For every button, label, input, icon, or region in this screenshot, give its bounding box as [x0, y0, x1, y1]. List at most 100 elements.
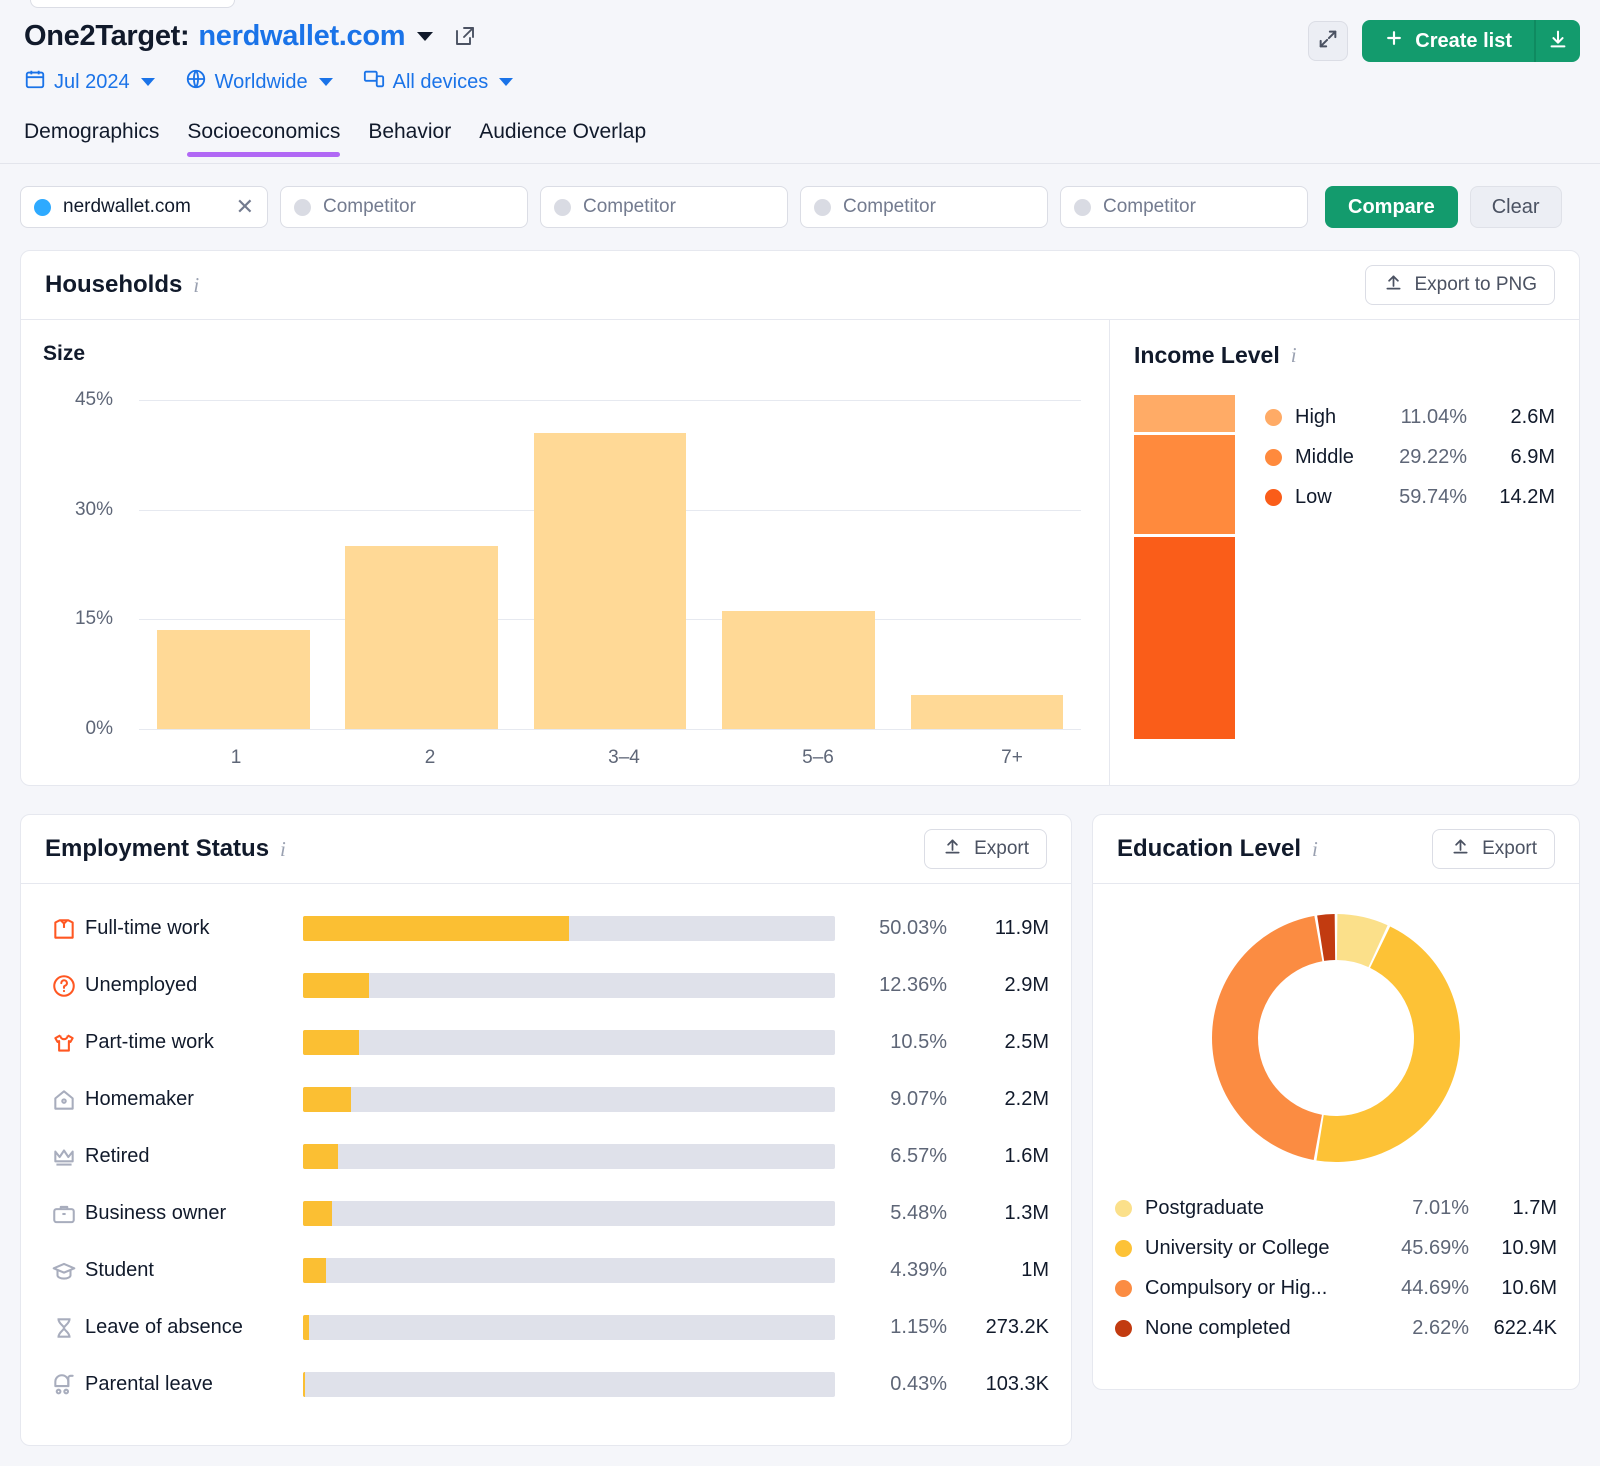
income-segment-high[interactable]: [1134, 395, 1235, 432]
bar[interactable]: [911, 695, 1064, 729]
legend-label: Middle: [1295, 446, 1359, 469]
employment-label: Full-time work: [85, 917, 303, 940]
tab-socioeconomics[interactable]: Socioeconomics: [187, 120, 340, 155]
progress-track: [303, 1087, 835, 1112]
employment-percent: 0.43%: [835, 1373, 947, 1396]
external-link-icon[interactable]: [453, 24, 477, 48]
close-icon[interactable]: ✕: [232, 196, 254, 218]
clear-button[interactable]: Clear: [1470, 186, 1562, 228]
competitor-chip-4[interactable]: Competitor: [1060, 186, 1308, 228]
tshirt-icon: [51, 1030, 85, 1056]
income-legend-row[interactable]: Middle29.22%6.9M: [1265, 437, 1555, 477]
size-chart-panel: Size 0%15%30%45% 123–45–67+: [21, 320, 1109, 786]
employment-absolute: 273.2K: [947, 1316, 1049, 1339]
expand-button[interactable]: [1308, 21, 1348, 61]
bar-cell[interactable]: [327, 378, 515, 729]
filter-location[interactable]: Worldwide: [185, 68, 333, 96]
info-icon[interactable]: i: [1312, 837, 1318, 862]
x-tick-label: 5–6: [721, 747, 915, 769]
info-icon[interactable]: i: [193, 273, 199, 298]
upload-icon: [1450, 836, 1471, 863]
legend-color-dot: [1265, 409, 1282, 426]
compare-button[interactable]: Compare: [1325, 186, 1458, 228]
filter-devices[interactable]: All devices: [363, 68, 514, 96]
bar[interactable]: [534, 433, 687, 729]
table-row[interactable]: Parental leave0.43%103.3K: [21, 1356, 1071, 1413]
employment-label: Unemployed: [85, 974, 303, 997]
bar-cell[interactable]: [139, 378, 327, 729]
bar[interactable]: [345, 546, 498, 729]
table-row[interactable]: Unemployed12.36%2.9M: [21, 957, 1071, 1014]
legend-absolute: 6.9M: [1467, 446, 1555, 469]
page-title-domain[interactable]: nerdwallet.com: [198, 20, 405, 53]
income-segment-middle[interactable]: [1134, 435, 1235, 534]
education-title-group: Education Level i: [1117, 835, 1318, 863]
employment-label: Parental leave: [85, 1373, 303, 1396]
education-legend-row[interactable]: University or College45.69%10.9M: [1115, 1228, 1557, 1268]
filter-date[interactable]: Jul 2024: [24, 68, 155, 96]
progress-track: [303, 1144, 835, 1169]
income-legend-row[interactable]: Low59.74%14.2M: [1265, 477, 1555, 517]
table-row[interactable]: Homemaker9.07%2.2M: [21, 1071, 1071, 1128]
employment-percent: 1.15%: [835, 1316, 947, 1339]
employment-percent: 12.36%: [835, 974, 947, 997]
legend-percent: 45.69%: [1365, 1237, 1469, 1260]
competitor-label: Competitor: [583, 196, 774, 218]
bar-cell[interactable]: [516, 378, 704, 729]
filter-location-label: Worldwide: [215, 71, 308, 94]
education-export-button[interactable]: Export: [1432, 829, 1555, 869]
bar[interactable]: [157, 630, 310, 729]
tab-demographics[interactable]: Demographics: [24, 120, 159, 155]
competitor-chip-3[interactable]: Competitor: [800, 186, 1048, 228]
table-row[interactable]: Full-time work50.03%11.9M: [21, 900, 1071, 957]
education-legend-row[interactable]: None completed2.62%622.4K: [1115, 1308, 1557, 1348]
chevron-down-icon: [499, 78, 513, 86]
bar-cell[interactable]: [893, 378, 1081, 729]
table-row[interactable]: Part-time work10.5%2.5M: [21, 1014, 1071, 1071]
chevron-down-icon[interactable]: [417, 32, 433, 41]
progress-fill: [303, 973, 369, 998]
competitor-chip-primary[interactable]: nerdwallet.com ✕: [20, 186, 268, 228]
legend-percent: 2.62%: [1365, 1317, 1469, 1340]
employment-export-button[interactable]: Export: [924, 829, 1047, 869]
tab-behavior[interactable]: Behavior: [368, 120, 451, 155]
bar[interactable]: [722, 611, 875, 729]
progress-fill: [303, 1258, 326, 1283]
size-chart-title: Size: [43, 342, 1079, 366]
table-row[interactable]: Retired6.57%1.6M: [21, 1128, 1071, 1185]
partial-top-control[interactable]: [30, 0, 235, 8]
legend-absolute: 14.2M: [1467, 486, 1555, 509]
table-row[interactable]: Student4.39%1M: [21, 1242, 1071, 1299]
page-header: One2Target: nerdwallet.com Jul 2024: [0, 14, 1600, 96]
education-body: Postgraduate7.01%1.7MUniversity or Colle…: [1093, 883, 1579, 1348]
upload-icon: [1383, 272, 1404, 299]
info-icon[interactable]: i: [280, 837, 286, 862]
info-icon[interactable]: i: [1291, 343, 1297, 368]
competitor-label: Competitor: [1103, 196, 1294, 218]
x-axis-labels: 123–45–67+: [139, 747, 1109, 769]
export-to-png-button[interactable]: Export to PNG: [1365, 265, 1556, 305]
competitor-chip-1[interactable]: Competitor: [280, 186, 528, 228]
download-button[interactable]: [1534, 20, 1580, 62]
home-icon: [51, 1087, 85, 1113]
progress-track: [303, 1030, 835, 1055]
table-row[interactable]: Leave of absence1.15%273.2K: [21, 1299, 1071, 1356]
create-list-button[interactable]: Create list: [1362, 20, 1534, 62]
education-legend-row[interactable]: Compulsory or Hig...44.69%10.6M: [1115, 1268, 1557, 1308]
income-legend-row[interactable]: High11.04%2.6M: [1265, 397, 1555, 437]
donut-slice[interactable]: [1316, 926, 1460, 1162]
employment-header: Employment Status i Export: [21, 815, 1071, 883]
donut-slice[interactable]: [1212, 916, 1322, 1160]
tab-audience-overlap[interactable]: Audience Overlap: [479, 120, 646, 155]
legend-percent: 59.74%: [1359, 486, 1467, 509]
income-level-panel: Income Level i High11.04%2.6MMiddle29.22…: [1109, 320, 1579, 786]
bar-cell[interactable]: [704, 378, 892, 729]
table-row[interactable]: Business owner5.48%1.3M: [21, 1185, 1071, 1242]
employment-export-label: Export: [974, 838, 1029, 860]
devices-icon: [363, 68, 385, 96]
income-stacked-bar: [1134, 395, 1235, 739]
competitor-chip-2[interactable]: Competitor: [540, 186, 788, 228]
employment-label: Part-time work: [85, 1031, 303, 1054]
income-segment-low[interactable]: [1134, 537, 1235, 739]
education-legend-row[interactable]: Postgraduate7.01%1.7M: [1115, 1188, 1557, 1228]
